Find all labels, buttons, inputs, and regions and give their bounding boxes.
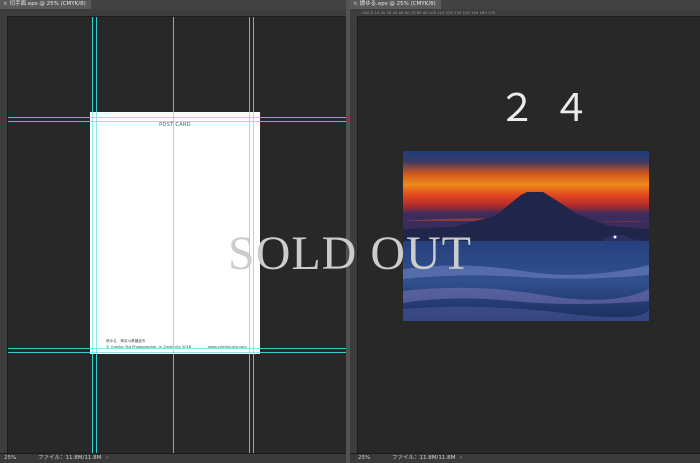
item-number: ２４ (498, 86, 607, 130)
right-horizontal-ruler[interactable]: -100 0 10 20 30 40 50 60 70 80 90 100 11… (357, 9, 700, 17)
right-status-bar: 25% ファイル：11.8M/11.8M › (350, 453, 700, 463)
postcard-url: www.yumiko-ota.com (208, 345, 247, 349)
left-tab-title: 切手面.eps @ 25% (CMYK/8) (9, 1, 86, 7)
postcard-caption: 燃ゆる 神奈川県鎌倉市 (106, 339, 146, 343)
postcard-credit: © Yumiko Ota Photographer, in Zushi city… (106, 345, 192, 349)
close-icon[interactable]: × (353, 1, 358, 7)
status-menu-arrow-icon[interactable]: › (106, 454, 108, 463)
file-info: ファイル：11.8M/11.8M (392, 455, 456, 461)
status-menu-arrow-icon[interactable]: › (460, 454, 462, 463)
zoom-level[interactable]: 25% (4, 454, 16, 463)
left-document-tab[interactable]: × 切手面.eps @ 25% (CMYK/8) (0, 0, 91, 9)
zoom-level[interactable]: 25% (358, 454, 370, 463)
right-tab-title: 燃ゆる.eps @ 25% (CMYK/8) (359, 1, 436, 7)
left-horizontal-ruler[interactable] (7, 9, 346, 17)
bleed-guide (90, 117, 260, 118)
close-icon[interactable]: × (3, 1, 8, 7)
right-document-tab[interactable]: × 燃ゆる.eps @ 25% (CMYK/8) (350, 0, 441, 9)
left-status-bar: 25% ファイル：11.8M/11.8M › (0, 453, 346, 463)
postcard-title: POST CARD (159, 122, 191, 128)
bleed-guide (90, 352, 260, 353)
sold-out-overlay: SOLD OUT (228, 227, 472, 280)
ruler-tick-labels: -100 0 10 20 30 40 50 60 70 80 90 100 11… (361, 10, 496, 15)
file-info: ファイル：11.8M/11.8M (38, 455, 102, 461)
